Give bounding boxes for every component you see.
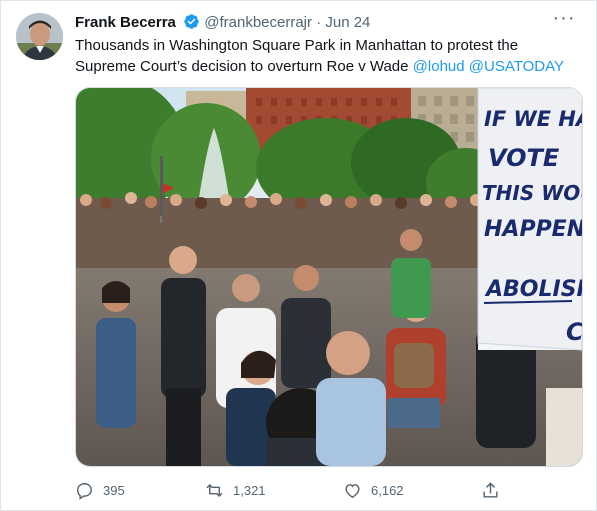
sign-text-line5: ABOLISH: [484, 277, 582, 302]
tweet-text: Thousands in Washington Square Park in M…: [75, 35, 575, 77]
verified-badge-icon: [183, 13, 200, 30]
avatar[interactable]: [16, 13, 63, 60]
share-button[interactable]: [481, 477, 509, 503]
reply-count: 395: [103, 482, 125, 498]
tweet-card[interactable]: Frank Becerra @frankbecerrajr · Jun 24 ·…: [0, 0, 597, 511]
sign-text-line6: C: [566, 318, 582, 346]
more-icon[interactable]: ···: [550, 8, 578, 33]
like-count: 6,162: [371, 482, 404, 498]
retweet-button[interactable]: 1,321: [205, 477, 266, 503]
action-bar: 395 1,321 6,162: [75, 477, 581, 503]
mention-usatoday[interactable]: @USATODAY: [469, 58, 564, 75]
reply-icon: [77, 482, 92, 500]
like-button[interactable]: 6,162: [343, 477, 404, 503]
retweet-count: 1,321: [233, 482, 266, 498]
tweet-text-line2: Supreme Court’s decision to overturn Roe…: [75, 58, 413, 75]
retweet-icon: [206, 483, 223, 497]
tweet-photo[interactable]: IF WE HAD VOTE THIS WOUL HAPPEN ABOLISH …: [75, 87, 583, 467]
tweet-date[interactable]: Jun 24: [325, 14, 370, 31]
protest-crowd-photo: IF WE HAD VOTE THIS WOUL HAPPEN ABOLISH …: [76, 88, 582, 466]
sign-text-line1: IF WE HAD: [484, 107, 582, 131]
header-separator: ·: [316, 14, 322, 31]
sign-text-line3: THIS WOUL: [482, 181, 582, 205]
sign-text-line2: VOTE: [488, 144, 560, 172]
sign-text-line4: HAPPEN: [484, 217, 582, 242]
mention-lohud[interactable]: @lohud: [413, 58, 465, 75]
heart-icon: [345, 483, 360, 498]
avatar-photo: [16, 13, 63, 60]
reply-button[interactable]: 395: [75, 477, 125, 503]
author-name[interactable]: Frank Becerra: [75, 14, 176, 31]
tweet-text-line1: Thousands in Washington Square Park in M…: [75, 37, 519, 54]
protest-sign: IF WE HAD VOTE THIS WOUL HAPPEN ABOLISH …: [477, 88, 582, 351]
author-handle[interactable]: @frankbecerrajr: [204, 14, 312, 31]
share-icon: [483, 482, 498, 498]
tweet-header: Frank Becerra @frankbecerrajr · Jun 24: [75, 13, 576, 35]
